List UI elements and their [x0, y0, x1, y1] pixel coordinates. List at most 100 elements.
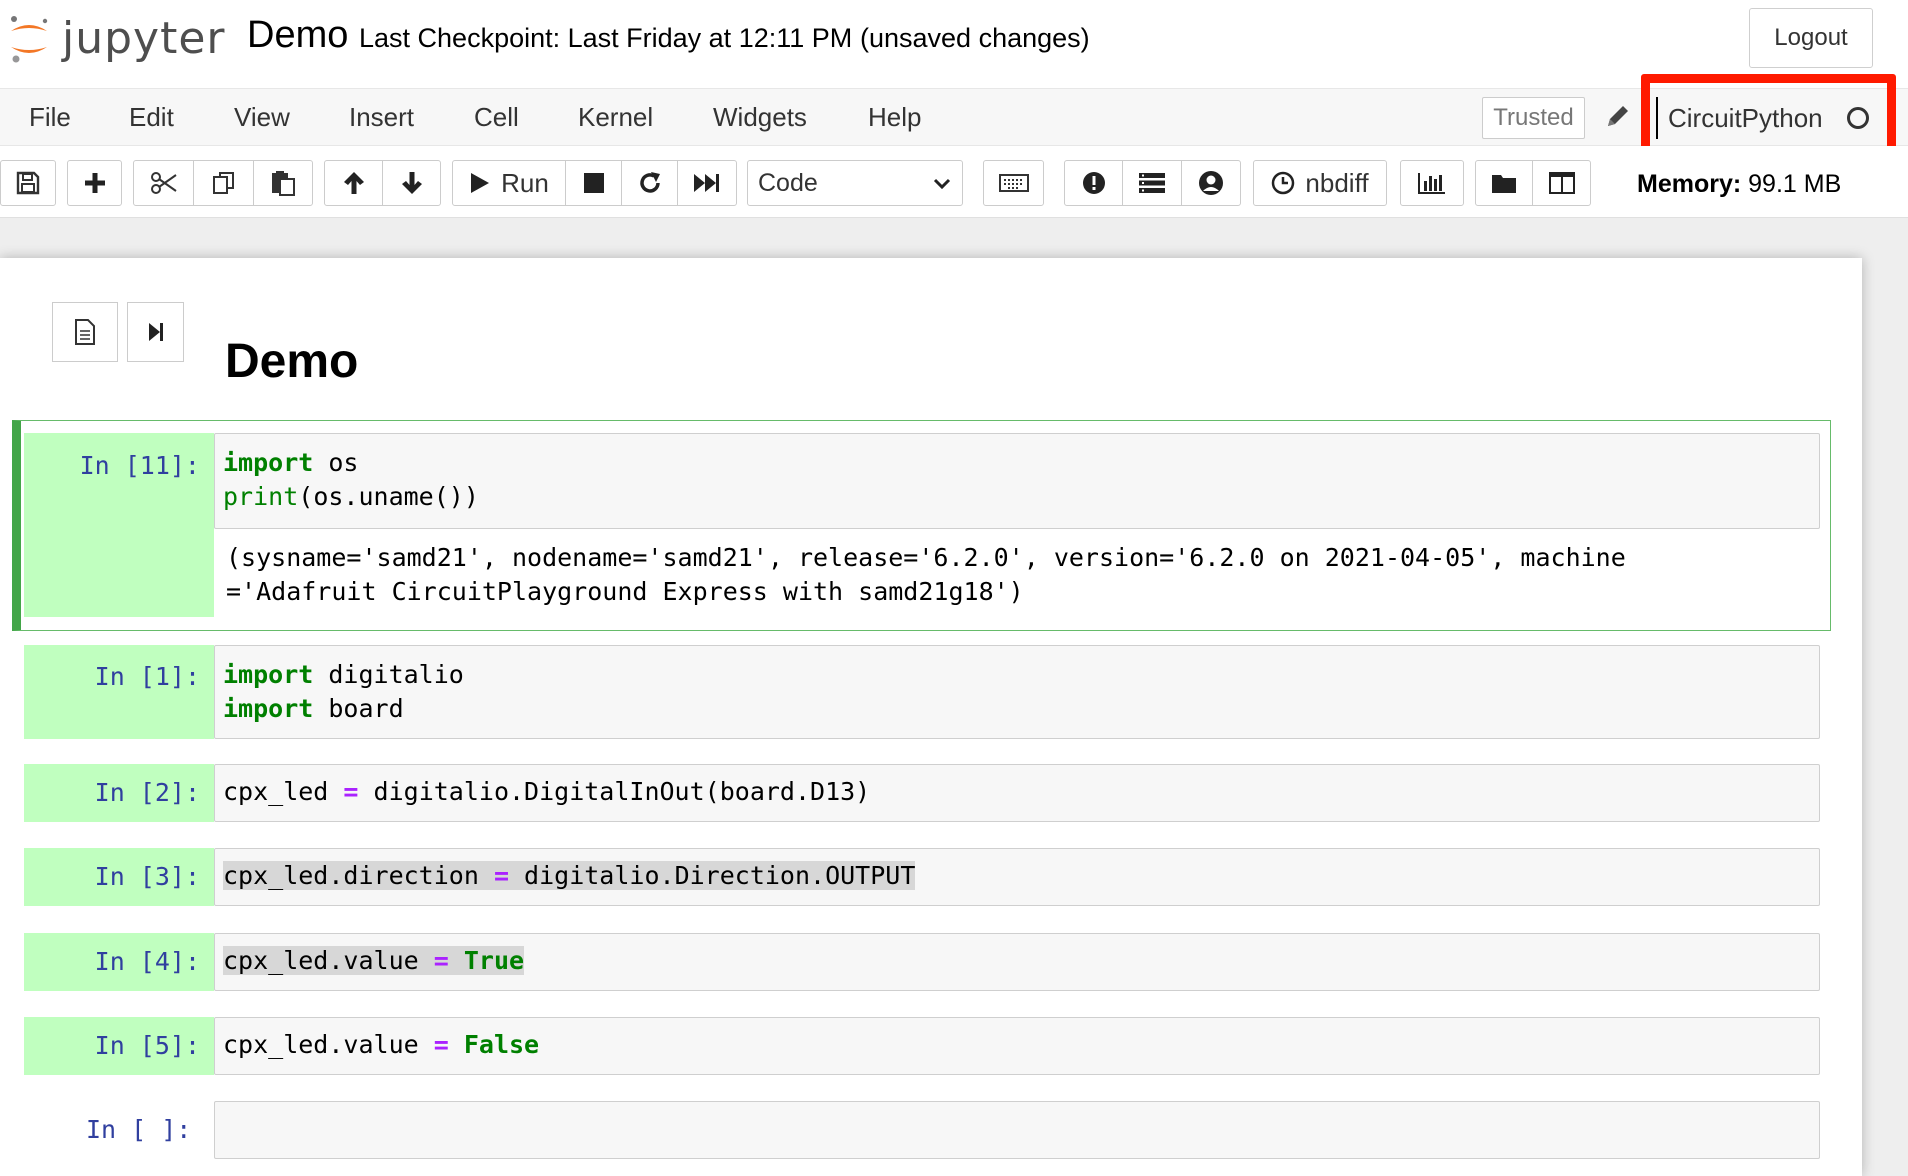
run-label: Run — [501, 167, 549, 198]
move-group — [324, 160, 441, 206]
paste-icon — [272, 171, 295, 196]
chevron-down-icon — [933, 178, 951, 190]
prompt-area: In [11]: — [24, 433, 214, 617]
input-prompt: In [1]: — [94, 662, 200, 691]
input-prompt: In [2]: — [94, 778, 200, 807]
restart-run-all-button[interactable] — [678, 161, 734, 205]
exclamation-icon — [1082, 172, 1105, 194]
resource-usage-button[interactable] — [1401, 161, 1463, 205]
toolbar: Run Code nbdiff Memory: 99.1 MB — [0, 146, 1908, 218]
clock-icon — [1272, 171, 1295, 195]
input-prompt: In [3]: — [94, 862, 200, 891]
nbdiff-button[interactable]: nbdiff — [1254, 161, 1386, 205]
prompt-area: In [3]: — [24, 848, 214, 906]
cell-type-select[interactable]: Code — [747, 160, 963, 206]
save-button[interactable] — [1, 161, 55, 205]
insert-cell-button[interactable] — [68, 161, 121, 205]
memory-usage: Memory: 99.1 MB — [1637, 170, 1841, 199]
code-input[interactable]: cpx_led.value = True — [214, 933, 1820, 991]
code-cell[interactable]: In [5]: cpx_led.value = False — [24, 1017, 1820, 1075]
file-text-icon — [75, 319, 95, 345]
command-palette-button[interactable] — [984, 161, 1043, 205]
user-circle-icon — [1199, 171, 1223, 195]
input-prompt: In [11]: — [79, 451, 200, 480]
columns-icon — [1548, 172, 1575, 194]
code-cell[interactable]: In [11]: import os print(os.uname()) (sy… — [24, 433, 1820, 617]
prompt-area: In [5]: — [24, 1017, 214, 1075]
menu-edit[interactable]: Edit — [129, 102, 174, 133]
checkpoint-status: Last Checkpoint: Last Friday at 12:11 PM — [359, 23, 853, 53]
code-cell[interactable]: In [3]: cpx_led.direction = digitalio.Di… — [24, 848, 1820, 906]
input-prompt: In [5]: — [94, 1031, 200, 1060]
prompt-area: In [2]: — [24, 764, 214, 822]
arrow-up-icon — [343, 172, 364, 194]
paste-button[interactable] — [254, 161, 312, 205]
code-cell[interactable]: In [1]: import digitalio import board — [24, 645, 1820, 739]
menu-widgets[interactable]: Widgets — [713, 102, 807, 133]
save-icon — [16, 171, 40, 195]
menu-cell[interactable]: Cell — [474, 102, 519, 133]
interrupt-button[interactable] — [566, 161, 622, 205]
jupyter-logo-icon — [11, 16, 48, 63]
restart-button[interactable] — [622, 161, 678, 205]
cell-type-value: Code — [758, 168, 818, 197]
output-line: ='Adafruit CircuitPlayground Express wit… — [226, 577, 1024, 606]
jupyter-logo[interactable]: jupyter — [8, 10, 226, 66]
logout-button[interactable]: Logout — [1749, 8, 1873, 68]
keyboard-group — [983, 160, 1044, 206]
step-forward-button[interactable] — [127, 302, 184, 362]
notebook-title[interactable]: Demo — [247, 14, 348, 57]
open-folder-button[interactable] — [1476, 161, 1533, 205]
move-up-button[interactable] — [325, 161, 383, 205]
nbdiff-label: nbdiff — [1305, 167, 1369, 198]
menu-insert[interactable]: Insert — [349, 102, 414, 133]
code-cell[interactable]: In [ ]: — [24, 1101, 1820, 1159]
cut-button[interactable] — [134, 161, 194, 205]
insert-group — [67, 160, 122, 206]
memory-value: 99.1 MB — [1748, 170, 1842, 198]
arrow-down-icon — [401, 172, 422, 194]
extensions-group — [1064, 160, 1241, 206]
clipboard-group — [133, 160, 313, 206]
markdown-heading: Demo — [225, 335, 359, 388]
memory-label: Memory: — [1637, 170, 1742, 198]
code-input[interactable]: import os print(os.uname()) — [214, 433, 1820, 529]
logo-text: jupyter — [62, 12, 226, 64]
code-input[interactable]: cpx_led.value = False — [214, 1017, 1820, 1075]
menu-help[interactable]: Help — [868, 102, 921, 133]
header: jupyter Demo Last Checkpoint: Last Frida… — [0, 0, 1908, 88]
user-button[interactable] — [1182, 161, 1240, 205]
cell-output: (sysname='samd21', nodename='samd21', re… — [214, 533, 1820, 617]
pencil-icon[interactable] — [1604, 102, 1632, 130]
save-group — [0, 160, 56, 206]
markdown-cell-button[interactable] — [52, 302, 118, 362]
stop-icon — [583, 173, 604, 193]
code-input[interactable]: cpx_led = digitalio.DigitalInOut(board.D… — [214, 764, 1820, 822]
folder-icon — [1492, 175, 1516, 193]
nbdiff-group: nbdiff — [1253, 160, 1387, 206]
code-input[interactable]: import digitalio import board — [214, 645, 1820, 739]
file-view-group — [1475, 160, 1591, 206]
input-prompt: In [ ]: — [86, 1115, 192, 1144]
menu-kernel[interactable]: Kernel — [578, 102, 653, 133]
list-icon — [1139, 173, 1165, 193]
cut-icon — [150, 172, 177, 194]
menu-file[interactable]: File — [29, 102, 71, 133]
split-view-button[interactable] — [1533, 161, 1590, 205]
autosave-status: (unsaved changes) — [860, 23, 1090, 53]
bar-chart-icon — [1418, 173, 1445, 194]
list-button[interactable] — [1123, 161, 1182, 205]
keyboard-icon — [998, 174, 1029, 192]
code-input[interactable] — [214, 1101, 1820, 1159]
code-cell[interactable]: In [4]: cpx_led.value = True — [24, 933, 1820, 991]
code-cell[interactable]: In [2]: cpx_led = digitalio.DigitalInOut… — [24, 764, 1820, 822]
exclamation-button[interactable] — [1065, 161, 1123, 205]
code-input[interactable]: cpx_led.direction = digitalio.Direction.… — [214, 848, 1820, 906]
menu-view[interactable]: View — [234, 102, 290, 133]
copy-button[interactable] — [194, 161, 254, 205]
restart-icon — [639, 172, 660, 193]
move-down-button[interactable] — [383, 161, 440, 205]
trusted-indicator[interactable]: Trusted — [1482, 97, 1585, 139]
run-button[interactable]: Run — [453, 161, 566, 205]
chart-group — [1400, 160, 1464, 206]
